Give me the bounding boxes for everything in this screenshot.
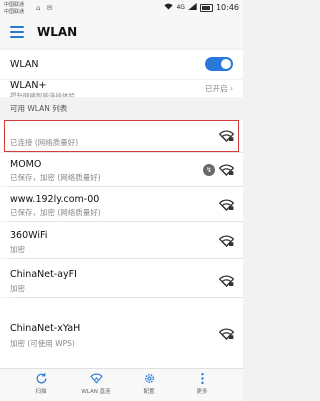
network-status: 加密 (可使用 WPS) xyxy=(10,339,75,348)
network-status: 已保存，加密 (网络质量好) xyxy=(10,173,101,182)
menu-icon[interactable] xyxy=(10,25,24,39)
wifi-lock-icon xyxy=(219,275,234,287)
network-row-chinanet-xyah[interactable]: ChinaNet-xYaH 加密 (可使用 WPS) xyxy=(0,298,243,368)
wifi-lock-icon xyxy=(219,164,234,176)
settings-icon xyxy=(144,374,154,383)
refresh-icon xyxy=(36,373,46,384)
wifi-status-icon xyxy=(164,3,174,12)
wlan-plus-status: 已开启 › xyxy=(205,83,233,94)
wifi-direct-label: WLAN 直连 xyxy=(81,389,111,395)
wlan-switch[interactable] xyxy=(205,57,233,71)
network-name: MOMO xyxy=(10,159,42,170)
wifi-lock-icon xyxy=(219,235,234,247)
network-type: 4G xyxy=(176,4,185,11)
carrier-label-2: 中国联通 xyxy=(4,9,25,15)
network-status: 加密 xyxy=(10,245,25,254)
connected-highlight xyxy=(4,120,239,152)
wifi-lock-icon xyxy=(219,199,234,211)
status-bar: 中国联通 中国联通 ⌂ ✉ 4G 10:46 xyxy=(0,0,243,18)
network-status: 加密 xyxy=(10,284,25,293)
notification-icons: ⌂ ✉ xyxy=(36,4,55,12)
network-row-momo[interactable]: MOMO 已保存，加密 (网络质量好) ↯ xyxy=(0,153,243,186)
battery-icon xyxy=(199,3,213,12)
scan-button[interactable]: 扫描 xyxy=(16,372,66,395)
title-bar: WLAN xyxy=(0,18,243,48)
network-row-192ly[interactable]: www.192ly.com-00 已保存，加密 (网络质量好) xyxy=(0,187,243,221)
section-header: 可用 WLAN 列表 xyxy=(0,97,243,119)
network-name: 360WiFi xyxy=(10,230,48,241)
bottom-toolbar: 扫描 WLAN 直连 配置 更多 xyxy=(0,368,243,401)
network-row-360wifi[interactable]: 360WiFi 加密 xyxy=(0,222,243,258)
more-button[interactable]: 更多 xyxy=(177,372,227,395)
wlan-plus-status-text: 已开启 xyxy=(205,84,228,93)
more-icon xyxy=(200,372,204,385)
network-name: ChinaNet-ayFI xyxy=(10,269,77,280)
carrier-label-1: 中国联通 xyxy=(4,2,25,8)
config-label: 配置 xyxy=(143,389,155,395)
wlan-plus-item[interactable]: WLAN+ 提升网络智能连接体验 已开启 › xyxy=(0,80,243,100)
chevron-right-icon: › xyxy=(230,84,233,93)
more-label: 更多 xyxy=(196,389,208,395)
wifi-direct-icon xyxy=(89,373,103,384)
network-status: 已保存，加密 (网络质量好) xyxy=(10,208,101,217)
page-title: WLAN xyxy=(37,25,78,39)
wifi-lock-icon xyxy=(219,328,234,340)
network-name: www.192ly.com-00 xyxy=(10,194,100,205)
scan-label: 扫描 xyxy=(35,389,47,395)
wlan-toggle-label: WLAN xyxy=(10,59,39,70)
signal-icon xyxy=(188,3,197,12)
network-name: ChinaNet-xYaH xyxy=(10,323,81,334)
status-right: 4G 10:46 xyxy=(164,3,239,12)
network-row-chinanet-ayfi[interactable]: ChinaNet-ayFI 加密 xyxy=(0,259,243,297)
clock: 10:46 xyxy=(215,3,239,12)
wlan-toggle-row[interactable]: WLAN xyxy=(0,50,243,79)
config-button[interactable]: 配置 xyxy=(124,372,174,395)
wifi-direct-button[interactable]: WLAN 直连 xyxy=(71,372,121,395)
share-icon: ↯ xyxy=(203,164,215,176)
section-title: 可用 WLAN 列表 xyxy=(10,104,68,113)
